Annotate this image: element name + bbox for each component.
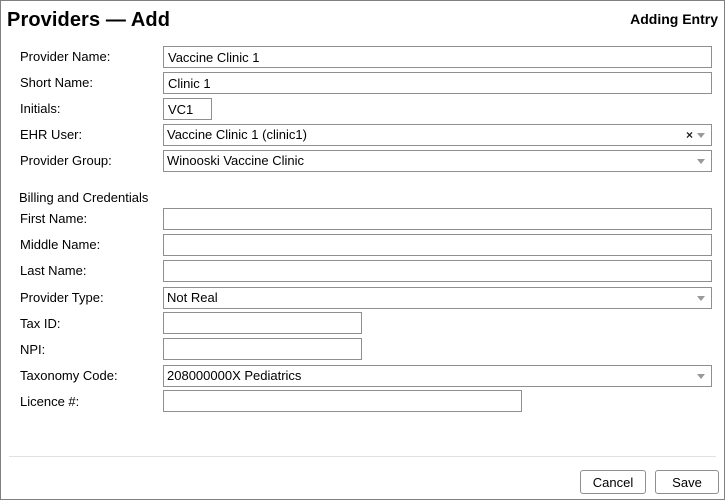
- first-name-input[interactable]: [163, 208, 712, 230]
- ehr-user-select[interactable]: Vaccine Clinic 1 (clinic1) ×: [163, 124, 712, 146]
- taxonomy-code-select[interactable]: 208000000X Pediatrics: [163, 365, 712, 387]
- initials-label: Initials:: [20, 101, 61, 116]
- ehr-user-label: EHR User:: [20, 127, 83, 142]
- provider-type-label: Provider Type:: [20, 290, 104, 305]
- footer-divider: [9, 456, 716, 457]
- provider-group-label: Provider Group:: [20, 153, 112, 168]
- npi-label: NPI:: [20, 342, 46, 357]
- chevron-down-icon[interactable]: [697, 133, 705, 138]
- first-name-label: First Name:: [20, 211, 88, 226]
- providers-add-dialog: Providers — Add Adding Entry Provider Na…: [0, 0, 725, 500]
- npi-input[interactable]: [163, 338, 362, 360]
- licence-input[interactable]: [163, 390, 522, 412]
- clear-icon[interactable]: ×: [686, 125, 693, 145]
- last-name-input[interactable]: [163, 260, 712, 282]
- taxonomy-code-label: Taxonomy Code:: [20, 368, 118, 383]
- middle-name-input[interactable]: [163, 234, 712, 256]
- save-button[interactable]: Save: [655, 470, 719, 494]
- chevron-down-icon[interactable]: [697, 374, 705, 379]
- provider-type-value: Not Real: [167, 290, 218, 305]
- short-name-label: Short Name:: [20, 75, 93, 90]
- chevron-down-icon[interactable]: [697, 159, 705, 164]
- provider-type-select[interactable]: Not Real: [163, 287, 712, 309]
- billing-section-heading: Billing and Credentials: [19, 190, 149, 205]
- middle-name-label: Middle Name:: [20, 237, 101, 252]
- mode-indicator: Adding Entry: [630, 11, 718, 27]
- cancel-button[interactable]: Cancel: [580, 470, 646, 494]
- initials-input[interactable]: [163, 98, 212, 120]
- tax-id-label: Tax ID:: [20, 316, 61, 331]
- tax-id-input[interactable]: [163, 312, 362, 334]
- provider-name-input[interactable]: [163, 46, 712, 68]
- provider-group-value: Winooski Vaccine Clinic: [167, 153, 305, 168]
- ehr-user-value: Vaccine Clinic 1 (clinic1): [167, 127, 307, 142]
- chevron-down-icon[interactable]: [697, 296, 705, 301]
- page-title: Providers — Add: [7, 9, 171, 31]
- last-name-label: Last Name:: [20, 263, 87, 278]
- provider-name-label: Provider Name:: [20, 49, 111, 64]
- licence-label: Licence #:: [20, 394, 80, 409]
- provider-group-select[interactable]: Winooski Vaccine Clinic: [163, 150, 712, 172]
- taxonomy-code-value: 208000000X Pediatrics: [167, 368, 302, 383]
- short-name-input[interactable]: [163, 72, 712, 94]
